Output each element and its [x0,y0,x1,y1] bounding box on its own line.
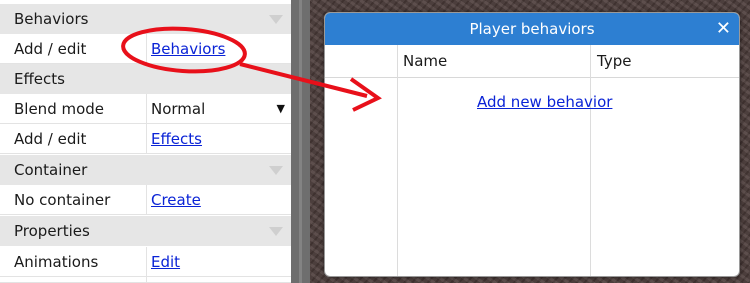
column-divider [590,45,591,276]
section-container[interactable]: Container [0,155,291,185]
property-name: Add / edit [14,130,87,148]
section-title: Properties [14,222,90,240]
effects-link[interactable]: Effects [151,130,202,148]
row-behaviors: Add / edit Behaviors [0,34,291,64]
edit-animations-link[interactable]: Edit [151,253,180,271]
create-container-link[interactable]: Create [151,191,201,209]
row-container: No container Create [0,185,291,215]
section-properties[interactable]: Properties [0,216,291,246]
collapse-triangle-icon[interactable] [269,227,283,236]
property-value: Create [146,185,291,215]
row-partial [0,277,291,283]
add-new-behavior-link[interactable]: Add new behavior [477,93,612,111]
close-icon[interactable]: ✕ [716,13,731,45]
section-effects[interactable]: Effects [0,64,291,94]
splitter-grip [299,0,302,283]
row-blend-mode: Blend mode Normal ▼ [0,94,291,124]
row-effects: Add / edit Effects [0,124,291,154]
section-title: Effects [14,70,65,88]
list-header [325,45,739,78]
collapse-triangle-icon[interactable] [269,166,283,175]
blend-mode-value: Normal [151,100,206,118]
row-animations: Animations Edit [0,247,291,277]
property-name: Blend mode [14,100,105,118]
property-value: Effects [146,124,291,154]
properties-panel: Behaviors Add / edit Behaviors Effects B… [0,0,291,283]
dialog-title: Player behaviors [469,20,595,38]
section-title: Behaviors [14,10,89,28]
property-value: Edit [146,247,291,277]
column-divider [397,45,398,276]
blend-mode-select[interactable]: Normal ▼ [146,94,291,124]
collapse-triangle-icon[interactable] [269,15,283,24]
column-header-type[interactable]: Type [597,45,631,78]
property-name: Add / edit [14,40,87,58]
property-value: Behaviors [146,34,291,64]
behaviors-link[interactable]: Behaviors [151,40,225,58]
property-name: No container [14,191,111,209]
property-name: Animations [14,253,99,271]
dropdown-arrow-icon[interactable]: ▼ [277,94,285,124]
section-title: Container [14,161,88,179]
section-behaviors[interactable]: Behaviors [0,4,291,34]
column-header-name[interactable]: Name [403,45,447,78]
property-value [146,277,291,283]
panel-splitter[interactable] [291,0,310,283]
behaviors-dialog: Player behaviors ✕ Name Type Add new beh… [324,12,740,277]
